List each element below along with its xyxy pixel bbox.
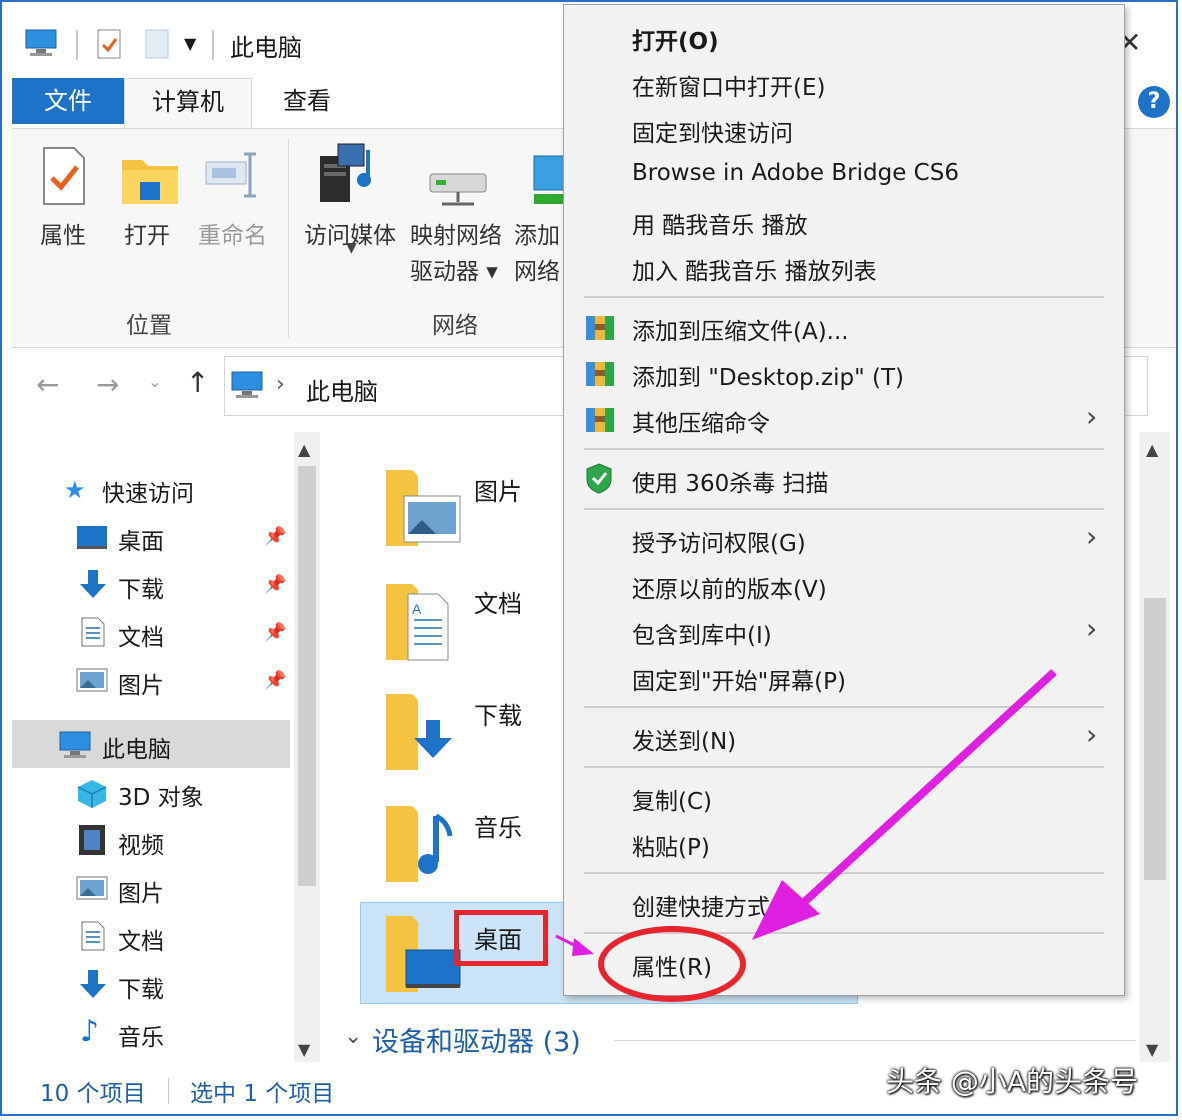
pointer-arrow-line	[797, 669, 1057, 909]
pointer-arrow-head	[752, 880, 820, 940]
small-arrow-head	[572, 938, 594, 956]
watermark: 头条 @小A的头条号	[886, 1065, 1139, 1098]
annotation-arrows	[555, 669, 1057, 956]
